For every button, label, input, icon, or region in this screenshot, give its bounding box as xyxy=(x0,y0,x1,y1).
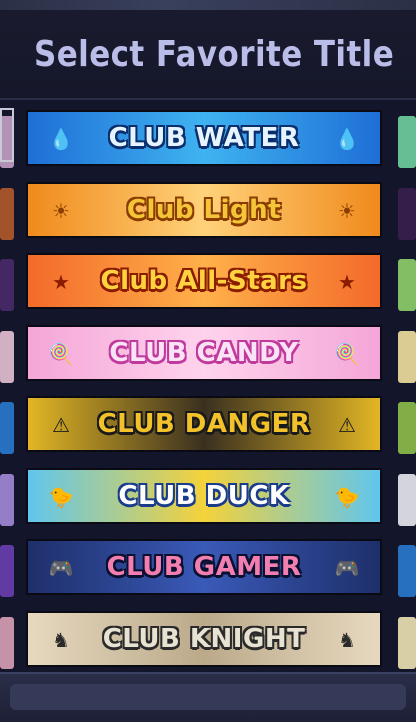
adjacent-title-right[interactable] xyxy=(398,616,416,669)
title-banner[interactable]: 🐤 🐤 CLUB DUCK xyxy=(26,467,382,524)
title-row: 🍭 🍭 CLUB CANDY xyxy=(0,324,416,385)
adjacent-title-left[interactable] xyxy=(0,545,14,597)
title-row: ★ ★ Club All-Stars xyxy=(0,253,416,313)
title-row: 💧 💧 CLUB WATER xyxy=(0,110,416,170)
title-banner-label: Club Light xyxy=(126,194,282,225)
title-row: ☀ ☀ Club Light xyxy=(0,181,416,242)
title-banner[interactable]: 🍭 🍭 CLUB CANDY xyxy=(26,324,382,381)
title-banner[interactable]: ☀ ☀ Club Light xyxy=(26,181,382,238)
title-banner-label: CLUB WATER xyxy=(108,123,300,153)
adjacent-title-right[interactable] xyxy=(398,402,416,454)
title-banner[interactable]: ♞ ♞ CLUB KNIGHT xyxy=(26,610,382,667)
footer-bar xyxy=(0,672,416,722)
adjacent-title-right[interactable] xyxy=(398,473,416,526)
title-banner[interactable]: ⚠ ⚠ CLUB DANGER xyxy=(26,396,382,452)
title-banner-label: CLUB DANGER xyxy=(97,409,311,439)
title-banner[interactable]: 🎮 🎮 CLUB GAMER xyxy=(26,539,382,595)
adjacent-title-right[interactable] xyxy=(398,116,416,168)
header-top-border xyxy=(0,0,416,10)
adjacent-title-left[interactable] xyxy=(0,473,14,526)
title-banner[interactable]: 💧 💧 CLUB WATER xyxy=(26,110,382,166)
adjacent-title-right[interactable] xyxy=(398,330,416,383)
title-banner-label: CLUB DUCK xyxy=(118,480,290,511)
title-banner-label: Club All-Stars xyxy=(100,266,308,296)
title-banner[interactable]: ★ ★ Club All-Stars xyxy=(26,253,382,309)
title-banner-label: CLUB GAMER xyxy=(106,552,302,582)
adjacent-title-right[interactable] xyxy=(398,259,416,311)
adjacent-title-right[interactable] xyxy=(398,187,416,240)
title-banner-label: CLUB CANDY xyxy=(109,337,299,368)
title-list[interactable]: 💧 💧 CLUB WATER ☀ ☀ Club Light ★ ★ Club All-Stars… xyxy=(0,100,416,672)
adjacent-title-left[interactable] xyxy=(0,402,14,454)
title-row: 🐤 🐤 CLUB DUCK xyxy=(0,467,416,528)
header: Select Favorite Title xyxy=(0,0,416,100)
adjacent-title-left[interactable] xyxy=(0,187,14,240)
page-title: Select Favorite Title xyxy=(34,34,395,75)
title-row: ♞ ♞ CLUB KNIGHT xyxy=(0,610,416,671)
adjacent-title-left[interactable] xyxy=(0,330,14,383)
title-row: ⚠ ⚠ CLUB DANGER xyxy=(0,396,416,456)
adjacent-title-right[interactable] xyxy=(398,545,416,597)
adjacent-title-left[interactable] xyxy=(0,259,14,311)
footer-panel xyxy=(10,684,406,710)
title-row: 🎮 🎮 CLUB GAMER xyxy=(0,539,416,599)
adjacent-title-left[interactable] xyxy=(0,616,14,669)
selection-marker xyxy=(0,108,14,162)
title-banner-label: CLUB KNIGHT xyxy=(102,623,306,654)
